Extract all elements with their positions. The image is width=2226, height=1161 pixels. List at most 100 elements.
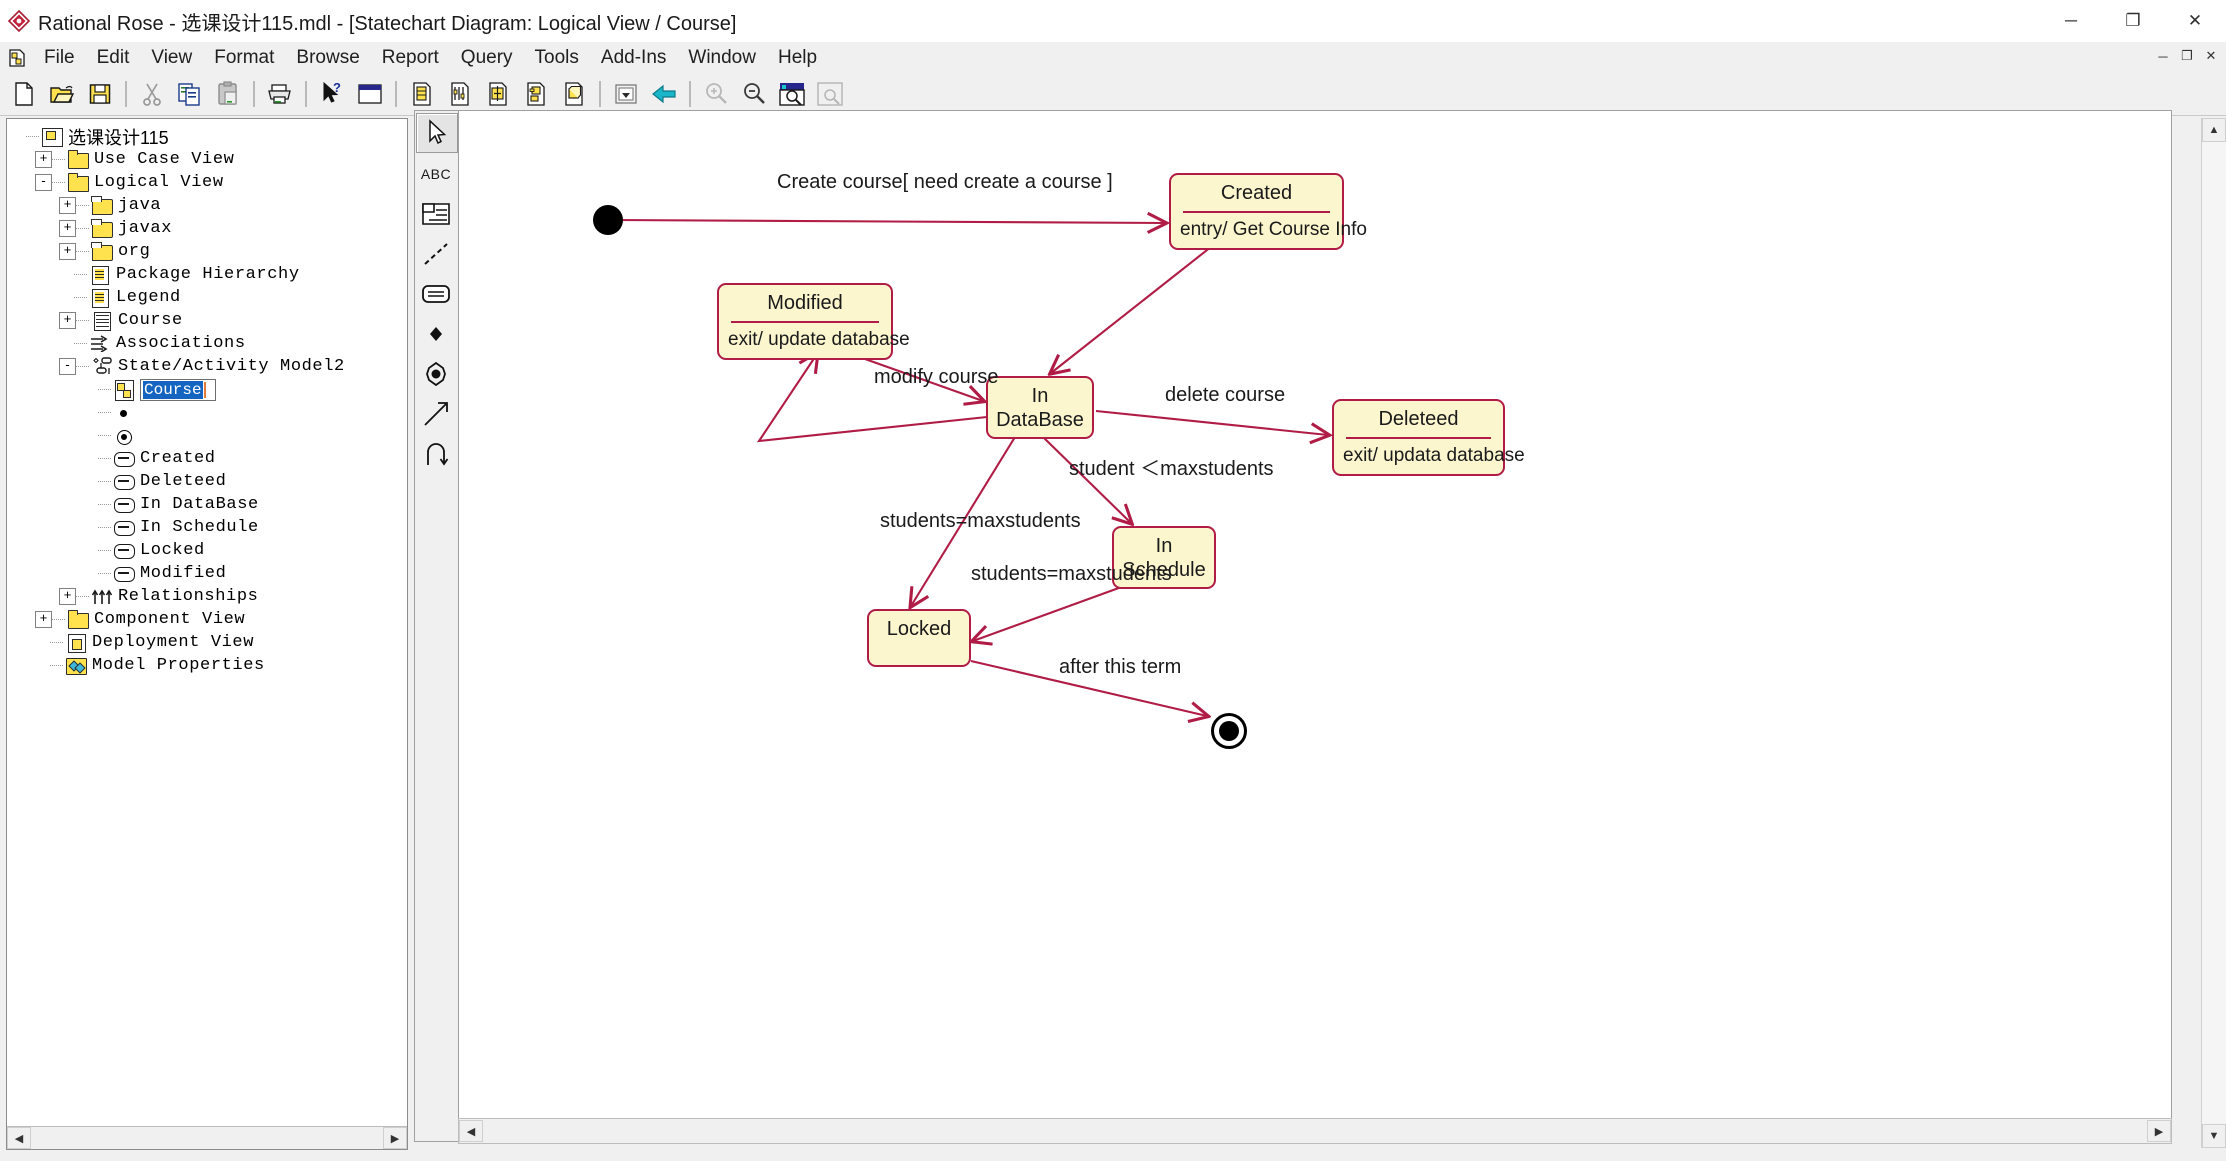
mdi-close-button[interactable]: ✕	[2200, 45, 2222, 67]
menu-query[interactable]: Query	[450, 44, 524, 72]
expand-icon[interactable]: +	[35, 151, 52, 168]
tree-item-statechart-course[interactable]: Course	[11, 378, 407, 401]
state-modified[interactable]: Modified exit/ update database	[717, 283, 910, 360]
tree-item-state-deleteed[interactable]: Deleteed	[11, 470, 407, 493]
save-icon[interactable]	[82, 77, 118, 111]
note-tool[interactable]	[416, 195, 456, 233]
tree-scroll-right-button[interactable]: ▶	[383, 1127, 407, 1149]
end-state-tool[interactable]	[416, 355, 456, 393]
collapse-icon[interactable]: -	[35, 174, 52, 191]
back-icon[interactable]	[646, 77, 682, 111]
expand-icon[interactable]: +	[59, 243, 76, 260]
mdi-minimize-button[interactable]: ─	[2152, 45, 2174, 67]
transition-to-self-tool[interactable]	[416, 435, 456, 473]
menu-help[interactable]: Help	[767, 44, 828, 72]
state-locked[interactable]: Locked	[867, 609, 971, 667]
diagram-toolbox[interactable]: ABC	[414, 110, 460, 1142]
state-tool[interactable]	[416, 275, 456, 313]
selection-tool[interactable]	[416, 113, 458, 153]
context-help-icon[interactable]: ?	[314, 77, 350, 111]
main-scroll-up-button[interactable]: ▲	[2202, 118, 2226, 142]
zoom-out-icon[interactable]	[736, 77, 772, 111]
paste-icon[interactable]	[210, 77, 246, 111]
tree-item-component-view[interactable]: + Component View	[11, 608, 407, 631]
undo-fit-in-window-icon[interactable]	[812, 77, 848, 111]
tree-item-package-hierarchy[interactable]: Package Hierarchy	[11, 263, 407, 286]
open-icon[interactable]	[44, 77, 80, 111]
browse-deployment-diagram-icon[interactable]	[556, 77, 592, 111]
tree-item-legend[interactable]: Legend	[11, 286, 407, 309]
tree-item-org[interactable]: + org	[11, 240, 407, 263]
menu-tools[interactable]: Tools	[524, 44, 590, 72]
menu-file[interactable]: File	[33, 44, 86, 72]
tree-item-state-locked[interactable]: Locked	[11, 539, 407, 562]
tree-item-state-activity-model2[interactable]: - State/Activity Model2	[11, 355, 407, 378]
browse-collaboration-diagram-icon[interactable]	[480, 77, 516, 111]
tree-item-start-state[interactable]	[11, 401, 407, 424]
menu-format[interactable]: Format	[203, 44, 285, 72]
tree-item-course-class[interactable]: + Course	[11, 309, 407, 332]
browse-component-diagram-icon[interactable]	[518, 77, 554, 111]
anchor-note-tool[interactable]	[416, 235, 456, 273]
end-state-node[interactable]	[1211, 713, 1247, 749]
model-tree[interactable]: 选课设计115 + Use Case View - Logical View + java +…	[7, 119, 407, 677]
canvas-horizontal-scrollbar[interactable]: ◀ ▶	[458, 1118, 2172, 1144]
statechart-canvas[interactable]: Created entry/ Get Course Info Modified exi…	[458, 110, 2172, 1120]
start-state-tool[interactable]	[416, 315, 456, 353]
tree-item-model-properties[interactable]: Model Properties	[11, 654, 407, 677]
canvas-scroll-right-button[interactable]: ▶	[2147, 1120, 2171, 1142]
expand-icon[interactable]: +	[35, 611, 52, 628]
print-icon[interactable]	[262, 77, 298, 111]
collapse-icon[interactable]: -	[59, 358, 76, 375]
cut-icon[interactable]	[134, 77, 170, 111]
expand-icon[interactable]: +	[59, 588, 76, 605]
mdi-restore-button[interactable]: ❐	[2176, 45, 2198, 67]
canvas-scroll-left-button[interactable]: ◀	[459, 1120, 483, 1142]
state-transition-tool[interactable]	[416, 395, 456, 433]
tree-item-state-modified[interactable]: Modified	[11, 562, 407, 585]
menu-window[interactable]: Window	[677, 44, 767, 72]
tree-item-state-in-schedule[interactable]: In Schedule	[11, 516, 407, 539]
tree-item-use-case-view[interactable]: + Use Case View	[11, 148, 407, 171]
view-documentation-icon[interactable]	[352, 77, 388, 111]
tree-item-project[interactable]: 选课设计115	[11, 125, 407, 148]
tree-item-state-in-database[interactable]: In DataBase	[11, 493, 407, 516]
start-state-node[interactable]	[593, 205, 623, 235]
text-tool[interactable]: ABC	[416, 155, 456, 193]
tree-item-deployment-view[interactable]: Deployment View	[11, 631, 407, 654]
fit-in-window-icon[interactable]	[774, 77, 810, 111]
tree-item-end-state[interactable]	[11, 424, 407, 447]
maximize-button[interactable]: ❐	[2102, 0, 2164, 42]
zoom-in-icon[interactable]	[698, 77, 734, 111]
state-indatabase[interactable]: In DataBase	[986, 376, 1094, 440]
tree-rename-input[interactable]: Course	[140, 378, 216, 401]
document-icon[interactable]	[7, 48, 27, 68]
main-vertical-scrollbar[interactable]: ▲ ▼	[2201, 118, 2226, 1148]
menu-add-ins[interactable]: Add-Ins	[590, 44, 677, 72]
expand-icon[interactable]: +	[59, 197, 76, 214]
menu-view[interactable]: View	[140, 44, 203, 72]
tree-horizontal-scrollbar[interactable]: ◀ ▶	[7, 1126, 407, 1149]
minimize-button[interactable]: ─	[2040, 0, 2102, 42]
tree-scroll-left-button[interactable]: ◀	[7, 1127, 31, 1149]
browse-interaction-diagram-icon[interactable]	[442, 77, 478, 111]
expand-icon[interactable]: +	[59, 220, 76, 237]
browser-tree-panel[interactable]: 选课设计115 + Use Case View - Logical View + java +…	[6, 118, 408, 1150]
tree-item-logical-view[interactable]: - Logical View	[11, 171, 407, 194]
menu-report[interactable]: Report	[371, 44, 450, 72]
copy-icon[interactable]	[172, 77, 208, 111]
tree-item-associations[interactable]: Associations	[11, 332, 407, 355]
new-icon[interactable]	[6, 77, 42, 111]
tree-item-relationships[interactable]: + Relationships	[11, 585, 407, 608]
browse-parent-icon[interactable]	[608, 77, 644, 111]
menu-edit[interactable]: Edit	[86, 44, 141, 72]
browse-class-diagram-icon[interactable]	[404, 77, 440, 111]
state-created[interactable]: Created entry/ Get Course Info	[1169, 173, 1367, 250]
close-button[interactable]: ✕	[2164, 0, 2226, 42]
tree-item-state-created[interactable]: Created	[11, 447, 407, 470]
state-deleteed[interactable]: Deleteed exit/ updata database	[1332, 399, 1525, 476]
menu-browse[interactable]: Browse	[285, 44, 370, 72]
tree-item-javax[interactable]: + javax	[11, 217, 407, 240]
tree-item-java[interactable]: + java	[11, 194, 407, 217]
expand-icon[interactable]: +	[59, 312, 76, 329]
